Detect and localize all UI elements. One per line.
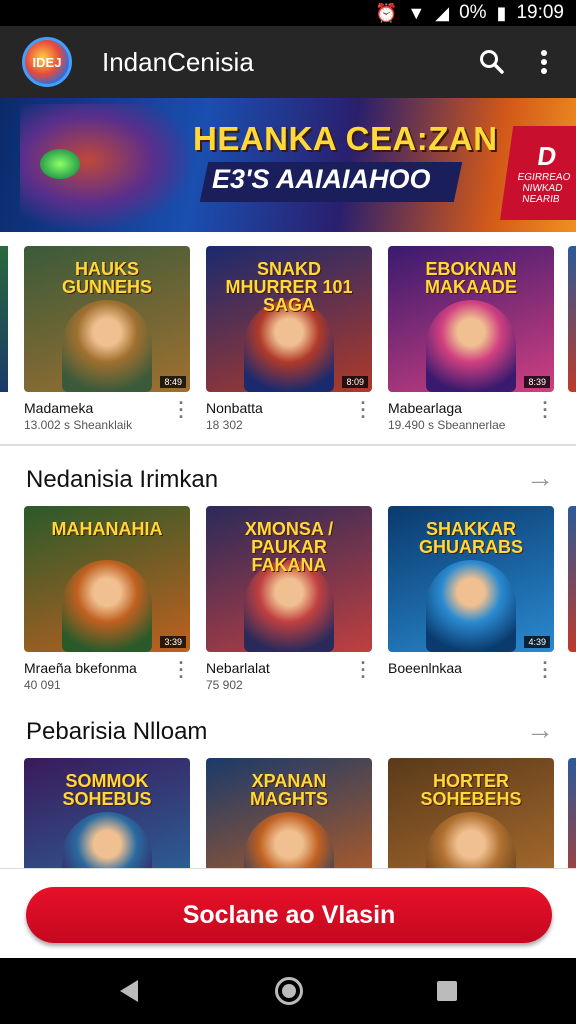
thumbnail-title: XPANAN MAGHTS	[250, 771, 328, 809]
game-card[interactable]: MAHANAHIA 3:39 Mraeña bkefonma 40 091 · · ·	[24, 506, 190, 692]
game-title: Mabearlaga	[388, 400, 462, 416]
more-options-icon[interactable]: · · ·	[176, 394, 186, 426]
game-card[interactable]: SHAKKAR GHUARABS 4:39 Boeenlnkaa · · ·	[388, 506, 554, 686]
badge-text: EGIRREAO NIWKAD NEARIB	[516, 172, 572, 205]
duration-badge: 8:49	[160, 376, 186, 388]
game-title: Mraeña bkefonma	[24, 660, 137, 676]
game-title: Nonbatta	[206, 400, 263, 416]
back-icon[interactable]	[120, 980, 138, 1002]
divider	[0, 444, 576, 446]
game-card[interactable]: SNAKD MHURRER 101 SAGA 8:09 Nonbatta 18 302…	[206, 246, 372, 432]
game-thumbnail[interactable]: SNAKD MHURRER 101 SAGA 8:09	[206, 246, 372, 392]
thumbnail-title: SOMMOK SOHEBUS	[62, 771, 152, 809]
banner-headline: HEANKA CEA:ZAN	[193, 120, 498, 157]
banner-badge: D EGIRREAO NIWKAD NEARIB	[500, 126, 576, 220]
game-card[interactable]: XMONSA / PAUKAR FAKANA Nebarlalat 75 902 · ·…	[206, 506, 372, 692]
duration-badge: 8:09	[342, 376, 368, 388]
duration-badge: 4:39	[524, 636, 550, 648]
partial-card[interactable]	[568, 246, 576, 392]
cta-bar: Soclane ao Vlasin	[0, 868, 576, 958]
app-title: IndanCenisia	[102, 46, 254, 77]
thumbnail-title: SHAKKAR GHUARABS	[418, 519, 523, 557]
search-icon[interactable]	[466, 36, 518, 88]
game-row-featured: HAUKS GUNNEHS 8:49 Madameka 13.002 s Sheank…	[0, 246, 576, 446]
game-card[interactable]: HORTER SOHEBEHS	[388, 758, 554, 868]
clock: 19:09	[516, 2, 564, 23]
game-subtitle: 13.002 s Sheanklaik	[24, 418, 133, 432]
more-options-icon[interactable]: · · ·	[358, 654, 368, 686]
banner-subline: E3'S AAIAIAHOO	[212, 164, 431, 194]
promo-banner[interactable]: HEANKA CEA:ZAN E3'S AAIAIAHOO D EGIRREAO…	[0, 98, 576, 232]
thumbnail-title: XMONSA / PAUKAR FAKANA	[244, 519, 334, 575]
cta-button[interactable]: Soclane ao Vlasin	[26, 887, 552, 943]
game-thumbnail[interactable]: SHAKKAR GHUARABS 4:39	[388, 506, 554, 652]
battery-percent: 0%	[459, 2, 487, 23]
game-subtitle: 75 902	[206, 678, 243, 692]
more-options-icon[interactable]: · · ·	[358, 394, 368, 426]
game-subtitle: 18 302	[206, 418, 243, 432]
recents-icon[interactable]	[437, 981, 457, 1001]
system-nav-bar	[0, 958, 576, 1024]
home-icon[interactable]	[275, 977, 303, 1005]
thumbnail-title: SNAKD MHURRER 101 SAGA	[225, 259, 353, 315]
thumbnail-title: HORTER SOHEBEHS	[420, 771, 522, 809]
game-subtitle: 19.490 s Sbeannerlae	[388, 418, 506, 432]
game-card[interactable]: EBOKNAN MAKAADE 8:39 Mabearlaga 19.490 s Sb…	[388, 246, 554, 432]
hero-art	[62, 300, 152, 392]
game-subtitle: 40 091	[24, 678, 61, 692]
section-title: Pebarisia Nlloam	[26, 718, 208, 745]
more-options-icon[interactable]: · · ·	[540, 394, 550, 426]
duration-badge: 3:39	[160, 636, 186, 648]
section-title: Nedanisia Irimkan	[26, 466, 219, 493]
banner-heroes-art	[20, 104, 190, 228]
hero-art	[426, 560, 516, 652]
content-feed[interactable]: HAUKS GUNNEHS 8:49 Madameka 13.002 s Sheank…	[0, 232, 576, 868]
arrow-right-icon[interactable]: →	[526, 462, 554, 494]
game-row-section3: SOMMOK SOHEBUS XPANAN MAGHTS HORTER SOHEBE…	[0, 758, 576, 868]
signal-icon: ◢	[435, 2, 450, 23]
partial-card[interactable]	[568, 506, 576, 652]
game-thumbnail[interactable]: MAHANAHIA 3:39	[24, 506, 190, 652]
battery-icon: ▮	[496, 2, 507, 23]
thumbnail-title: MAHANAHIA	[51, 519, 163, 539]
game-thumbnail[interactable]: HAUKS GUNNEHS 8:49	[24, 246, 190, 392]
more-options-icon[interactable]: · · ·	[176, 654, 186, 686]
game-thumbnail[interactable]: XPANAN MAGHTS	[206, 758, 372, 868]
hero-art	[426, 812, 516, 868]
game-row-section2: MAHANAHIA 3:39 Mraeña bkefonma 40 091 · · · XMO…	[0, 506, 576, 696]
game-thumbnail[interactable]: SOMMOK SOHEBUS	[24, 758, 190, 868]
partial-card[interactable]	[568, 758, 576, 868]
thumbnail-title: HAUKS GUNNEHS	[61, 259, 152, 297]
partial-card[interactable]	[0, 246, 8, 392]
more-vert-icon[interactable]	[518, 36, 570, 88]
alarm-icon: ⏰	[374, 2, 398, 23]
game-title: Boeenlnkaa	[388, 660, 462, 676]
hero-art	[426, 300, 516, 392]
more-options-icon[interactable]: · · ·	[540, 654, 550, 686]
hero-art	[62, 812, 152, 868]
wifi-icon: ▼	[407, 2, 426, 23]
hero-art	[62, 560, 152, 652]
game-card[interactable]: HAUKS GUNNEHS 8:49 Madameka 13.002 s Sheank…	[24, 246, 190, 432]
thumbnail-title: EBOKNAN MAKAADE	[425, 259, 517, 297]
app-bar: IDEJ IndanCenisia	[0, 26, 576, 98]
status-bar: ⏰ ▼ ◢ 0% ▮ 19:09	[0, 0, 576, 26]
game-thumbnail[interactable]: XMONSA / PAUKAR FAKANA	[206, 506, 372, 652]
game-card[interactable]: XPANAN MAGHTS	[206, 758, 372, 868]
game-thumbnail[interactable]: EBOKNAN MAKAADE 8:39	[388, 246, 554, 392]
hero-art	[244, 812, 334, 868]
arrow-right-icon[interactable]: →	[526, 714, 554, 746]
game-title: Madameka	[24, 400, 94, 416]
app-logo[interactable]: IDEJ	[22, 37, 72, 87]
game-card[interactable]: SOMMOK SOHEBUS	[24, 758, 190, 868]
game-thumbnail[interactable]: HORTER SOHEBEHS	[388, 758, 554, 868]
badge-letter: D	[535, 141, 559, 171]
game-title: Nebarlalat	[206, 660, 270, 676]
duration-badge: 8:39	[524, 376, 550, 388]
